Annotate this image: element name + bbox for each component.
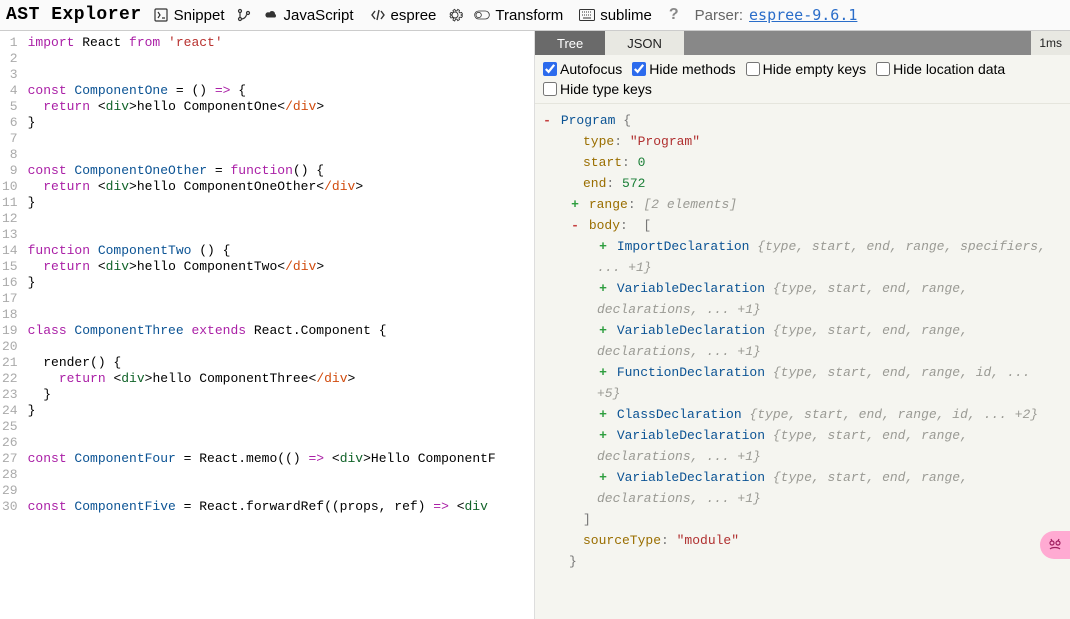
help-button[interactable]: ? [663, 6, 685, 24]
opt-hide-type-keys[interactable]: Hide type keys [543, 81, 652, 97]
toggle-body[interactable]: - [569, 215, 581, 236]
toggle-program[interactable]: - [541, 110, 553, 131]
code-editor[interactable]: 1234567891011121314151617181920212223242… [0, 31, 534, 519]
node-functiondeclaration-3[interactable]: FunctionDeclaration [617, 365, 765, 380]
brand[interactable]: AST Explorer [6, 5, 142, 25]
node-variabledeclaration-2[interactable]: VariableDeclaration [617, 323, 765, 338]
node-program[interactable]: Program [561, 113, 616, 128]
language-menu[interactable]: JavaScript [258, 7, 359, 24]
line-gutter: 1234567891011121314151617181920212223242… [0, 31, 24, 519]
code-body[interactable]: import React from 'react' const Componen… [24, 31, 496, 519]
floating-badge[interactable] [1040, 531, 1070, 559]
opt-hide-empty-keys-checkbox[interactable] [746, 62, 760, 76]
tree-options: Autofocus Hide methods Hide empty keys H… [535, 55, 1070, 104]
main-split: 1234567891011121314151617181920212223242… [0, 31, 1070, 619]
output-tabs: Tree JSON 1ms [535, 31, 1070, 55]
toggle-body-item-6[interactable]: + [597, 467, 609, 488]
toolbar: AST Explorer Snippet JavaScript espree T… [0, 0, 1070, 31]
toggle-body-item-1[interactable]: + [597, 278, 609, 299]
node-variabledeclaration-1[interactable]: VariableDeclaration [617, 281, 765, 296]
toggle-range[interactable]: + [569, 194, 581, 215]
gear-icon[interactable] [447, 7, 463, 23]
opt-autofocus-checkbox[interactable] [543, 62, 557, 76]
opt-hide-methods[interactable]: Hide methods [632, 61, 735, 77]
toggle-body-item-4[interactable]: + [597, 404, 609, 425]
snippet-label: Snippet [174, 7, 225, 24]
keymap-menu[interactable]: sublime [574, 7, 657, 24]
snippet-menu[interactable]: Snippet [148, 7, 230, 24]
node-variabledeclaration-6[interactable]: VariableDeclaration [617, 470, 765, 485]
toggle-body-item-2[interactable]: + [597, 320, 609, 341]
node-importdeclaration-0[interactable]: ImportDeclaration [617, 239, 750, 254]
code-icon [370, 7, 386, 23]
keyboard-icon [579, 7, 595, 23]
parse-time: 1ms [1031, 31, 1070, 55]
toggle-body-item-3[interactable]: + [597, 362, 609, 383]
branch-icon[interactable] [236, 7, 252, 23]
code-editor-pane[interactable]: 1234567891011121314151617181920212223242… [0, 31, 535, 619]
tab-json[interactable]: JSON [605, 31, 684, 55]
node-classdeclaration-4[interactable]: ClassDeclaration [617, 407, 742, 422]
snippet-icon [153, 7, 169, 23]
opt-hide-location-data-checkbox[interactable] [876, 62, 890, 76]
opt-hide-methods-checkbox[interactable] [632, 62, 646, 76]
ast-tree[interactable]: - Program {type: "Program"start: 0end: 5… [535, 104, 1070, 619]
transform-label: Transform [495, 7, 563, 24]
opt-hide-location-data[interactable]: Hide location data [876, 61, 1005, 77]
opt-hide-empty-keys[interactable]: Hide empty keys [746, 61, 866, 77]
language-label: JavaScript [284, 7, 354, 24]
cloud-icon [263, 7, 279, 23]
toggle-body-item-5[interactable]: + [597, 425, 609, 446]
keymap-label: sublime [600, 7, 652, 24]
toggle-icon [474, 7, 490, 23]
ast-pane: Tree JSON 1ms Autofocus Hide methods Hid… [535, 31, 1070, 619]
parser-version-link[interactable]: espree-9.6.1 [749, 6, 857, 24]
opt-hide-type-keys-checkbox[interactable] [543, 82, 557, 96]
parser-menu[interactable]: espree [365, 7, 442, 24]
parser-caption: Parser: [695, 7, 743, 24]
tab-tree[interactable]: Tree [535, 31, 605, 55]
parser-label: espree [391, 7, 437, 24]
toggle-body-item-0[interactable]: + [597, 236, 609, 257]
transform-menu[interactable]: Transform [469, 7, 568, 24]
opt-autofocus[interactable]: Autofocus [543, 61, 622, 77]
node-variabledeclaration-5[interactable]: VariableDeclaration [617, 428, 765, 443]
